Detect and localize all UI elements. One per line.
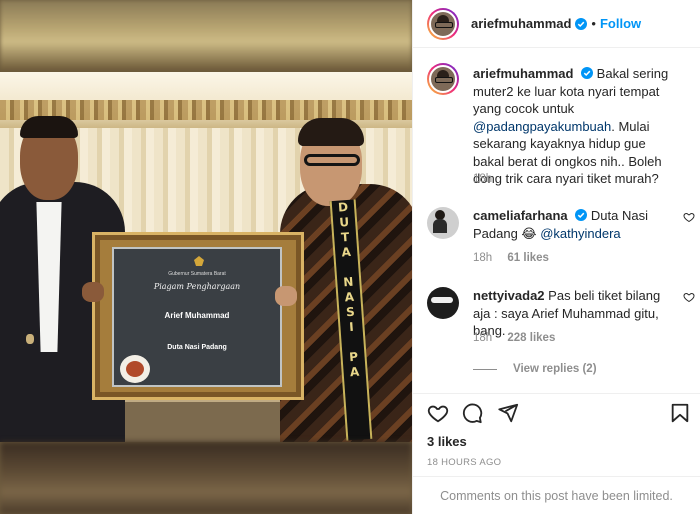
comment-likes[interactable]: 61 likes	[507, 252, 549, 264]
certificate-governor: Gubernur Sumatera Barat	[168, 271, 226, 277]
sash-letter	[341, 334, 364, 350]
photo-blur-top	[0, 0, 412, 70]
emblem-icon	[194, 256, 204, 266]
follow-button[interactable]: Follow	[600, 16, 641, 31]
commenter-avatar[interactable]	[427, 207, 459, 239]
post-photo[interactable]: DUTA NASI PA Gubernur Sumatera Barat Pia…	[0, 0, 412, 514]
caption-mention[interactable]: @padangpayakumbuah	[473, 119, 611, 134]
comment-time[interactable]: 18h	[473, 252, 492, 264]
like-comment-heart-icon[interactable]	[683, 211, 695, 223]
verified-badge-icon	[581, 67, 594, 79]
certificate-name: Arief Muhammad	[164, 311, 230, 320]
heart-icon[interactable]	[427, 402, 449, 424]
sash-letter: U	[338, 214, 350, 230]
caption-text: ariefmuhammad Bakal sering muter2 ke lua…	[473, 66, 669, 186]
view-replies-button[interactable]: View replies (2)	[473, 363, 597, 375]
like-comment-heart-icon[interactable]	[683, 291, 695, 303]
sash-letter: P	[348, 349, 359, 365]
comment-text: cameliafarhana Duta Nasi Padang 😂 @kathy…	[473, 208, 648, 241]
caption-meta: 18h	[473, 173, 504, 185]
certificate-title: Piagam Penghargaan	[153, 282, 241, 291]
author-username[interactable]: ariefmuhammad	[471, 16, 571, 31]
commenter-username[interactable]: nettyivada2	[473, 288, 545, 303]
sash-letter: A	[341, 244, 352, 260]
instagram-post-modal: DUTA NASI PA Gubernur Sumatera Barat Pia…	[0, 0, 700, 514]
sash-letter: A	[344, 289, 355, 305]
comment-meta: 18h 228 likes	[473, 332, 567, 344]
comments-list[interactable]: ariefmuhammad Bakal sering muter2 ke lua…	[413, 49, 700, 394]
commenter-avatar[interactable]	[427, 287, 459, 319]
author-avatar[interactable]	[427, 7, 459, 40]
caption-username[interactable]: ariefmuhammad	[473, 66, 573, 81]
likes-count[interactable]: 3 likes	[427, 434, 467, 449]
sash-letter: A	[349, 364, 360, 380]
comment-time[interactable]: 18h	[473, 332, 492, 344]
photo-main: DUTA NASI PA Gubernur Sumatera Barat Pia…	[0, 72, 412, 442]
comment-meta: 18h 61 likes	[473, 252, 561, 264]
post-side-panel: ariefmuhammad • Follow ariefmuhammad Bak…	[412, 0, 700, 514]
post-timestamp[interactable]: 18 HOURS AGO	[427, 457, 501, 468]
sash-letter	[336, 259, 359, 275]
certificate: Gubernur Sumatera Barat Piagam Pengharga…	[112, 247, 282, 387]
comments-limited-notice: Comments on this post have been limited.	[413, 476, 700, 514]
comment-likes[interactable]: 228 likes	[507, 332, 555, 344]
separator-dot: •	[591, 16, 596, 31]
photo-blur-bottom	[0, 442, 412, 514]
sash-letter: T	[340, 229, 350, 245]
sash-letter: S	[345, 304, 356, 320]
bookmark-icon[interactable]	[669, 402, 691, 424]
post-actions	[413, 393, 700, 427]
certificate-role: Duta Nasi Padang	[167, 344, 227, 351]
sash-letter: N	[342, 274, 354, 290]
post-header: ariefmuhammad • Follow	[413, 0, 700, 48]
food-plate-image	[120, 355, 150, 383]
sash-letter: I	[348, 319, 355, 335]
commenter-username[interactable]: cameliafarhana	[473, 208, 568, 223]
sash-letter: D	[337, 199, 349, 215]
share-icon[interactable]	[497, 402, 519, 424]
caption-avatar[interactable]	[427, 63, 459, 95]
comment-mention[interactable]: @kathyindera	[540, 226, 620, 241]
view-replies-line	[473, 368, 497, 370]
verified-badge-icon	[575, 17, 588, 30]
caption-time[interactable]: 18h	[473, 173, 492, 185]
verified-badge-icon	[575, 209, 588, 221]
comment-icon[interactable]	[461, 402, 483, 424]
